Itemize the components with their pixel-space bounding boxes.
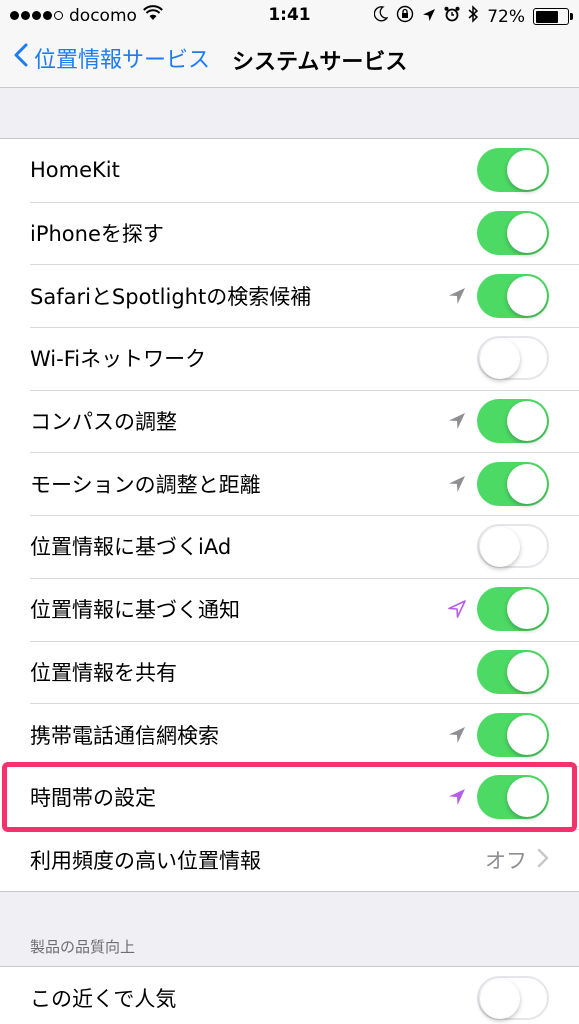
- toggle-knob: [507, 150, 547, 191]
- settings-row: 携帯電話通信網検索: [0, 703, 579, 766]
- status-left: docomo: [10, 5, 163, 26]
- toggle-knob: [507, 777, 547, 818]
- row-label: 時間帯の設定: [30, 786, 156, 811]
- toggle-switch[interactable]: [477, 461, 549, 506]
- location-arrow-icon: [447, 787, 467, 807]
- row-accessory: オフ: [485, 845, 549, 875]
- row-label: Wi-Fiネットワーク: [30, 347, 207, 372]
- wifi-icon: [142, 5, 163, 26]
- row-label: SafariとSpotlightの検索候補: [30, 284, 312, 309]
- row-label: iPhoneを探す: [30, 222, 164, 247]
- settings-row[interactable]: 利用頻度の高い位置情報 オフ: [0, 828, 579, 892]
- row-label: この近くで人気: [30, 987, 177, 1012]
- toggle-switch[interactable]: [477, 649, 549, 694]
- settings-row: 時間帯の設定: [0, 765, 579, 829]
- row-accessory: [447, 399, 549, 444]
- toggle-knob: [480, 339, 520, 380]
- signal-strength-icon: [10, 11, 63, 20]
- settings-row: HomeKit: [0, 139, 579, 202]
- location-arrow-icon: [447, 286, 467, 306]
- orientation-lock-icon: [396, 5, 414, 28]
- row-label: コンパスの調整: [30, 410, 177, 435]
- row-label: 位置情報を共有: [30, 660, 177, 685]
- toggle-knob: [507, 401, 547, 442]
- row-accessory: [477, 148, 549, 193]
- settings-row: SafariとSpotlightの検索候補: [0, 264, 579, 327]
- toggle-knob: [507, 651, 547, 692]
- toggle-knob: [507, 714, 547, 755]
- toggle-switch[interactable]: [477, 976, 549, 1021]
- row-value: オフ: [485, 848, 527, 873]
- row-label: モーションの調整と距離: [30, 472, 261, 497]
- toggle-knob: [507, 589, 547, 630]
- row-accessory: [477, 336, 549, 381]
- toggle-switch[interactable]: [477, 148, 549, 193]
- toggle-switch[interactable]: [477, 336, 549, 381]
- battery-percent: 72%: [487, 6, 525, 27]
- row-accessory: [477, 976, 549, 1021]
- row-accessory: [447, 273, 549, 318]
- chevron-left-icon: [14, 43, 28, 73]
- toggle-switch[interactable]: [477, 211, 549, 256]
- back-button[interactable]: 位置情報サービス: [14, 42, 210, 74]
- settings-row: この近くで人気: [0, 967, 579, 1024]
- toggle-switch[interactable]: [477, 587, 549, 632]
- settings-row: 位置情報に基づくiAd: [0, 515, 579, 578]
- battery-level: [535, 10, 558, 23]
- toggle-knob: [480, 979, 520, 1020]
- row-label: 位置情報に基づく通知: [30, 598, 240, 623]
- system-services-list: HomeKit iPhoneを探す SafariとSpotlightの検索候補 Wi-…: [0, 138, 579, 893]
- settings-row: コンパスの調整: [0, 389, 579, 453]
- settings-row: iPhoneを探す: [0, 201, 579, 265]
- row-accessory: [447, 587, 549, 632]
- navigation-bar: 位置情報サービス システムサービス: [0, 32, 579, 88]
- row-accessory: [477, 211, 549, 256]
- battery-icon: [533, 8, 573, 25]
- row-label: 携帯電話通信網検索: [30, 723, 219, 748]
- row-accessory: [447, 712, 549, 757]
- carrier-name: docomo: [69, 5, 137, 26]
- row-label: 位置情報に基づくiAd: [30, 535, 232, 560]
- page-title: システムサービス: [232, 50, 408, 75]
- status-bar: docomo 1:41 72%: [0, 0, 579, 32]
- chevron-right-icon: [537, 848, 549, 872]
- location-arrow-icon: [447, 474, 467, 494]
- toggle-switch[interactable]: [477, 775, 549, 820]
- settings-row: Wi-Fiネットワーク: [0, 327, 579, 390]
- toggle-switch[interactable]: [477, 273, 549, 318]
- row-label: 利用頻度の高い位置情報: [30, 848, 261, 873]
- settings-row: モーションの調整と距離: [0, 452, 579, 515]
- toggle-knob: [507, 213, 547, 254]
- section-header: 製品の品質向上: [30, 938, 136, 956]
- location-arrow-icon: [447, 411, 467, 431]
- toggle-switch[interactable]: [477, 524, 549, 569]
- toggle-switch[interactable]: [477, 712, 549, 757]
- moon-icon: [373, 6, 389, 27]
- alarm-icon: [444, 6, 460, 27]
- product-quality-list: この近くで人気: [0, 966, 579, 1024]
- bluetooth-icon: [468, 5, 479, 28]
- toggle-knob: [507, 275, 547, 316]
- location-arrow-icon: [422, 7, 436, 27]
- back-button-label: 位置情報サービス: [34, 48, 211, 73]
- row-accessory: [447, 461, 549, 506]
- location-arrow-icon: [447, 725, 467, 745]
- toggle-switch[interactable]: [477, 399, 549, 444]
- toggle-knob: [480, 527, 520, 568]
- toggle-knob: [507, 463, 547, 504]
- row-label: HomeKit: [30, 158, 120, 183]
- status-right: 72%: [373, 5, 573, 28]
- row-accessory: [477, 649, 549, 694]
- row-accessory: [447, 775, 549, 820]
- settings-row: 位置情報を共有: [0, 640, 579, 704]
- location-arrow-icon: [447, 599, 467, 619]
- row-accessory: [477, 524, 549, 569]
- settings-row: 位置情報に基づく通知: [0, 577, 579, 641]
